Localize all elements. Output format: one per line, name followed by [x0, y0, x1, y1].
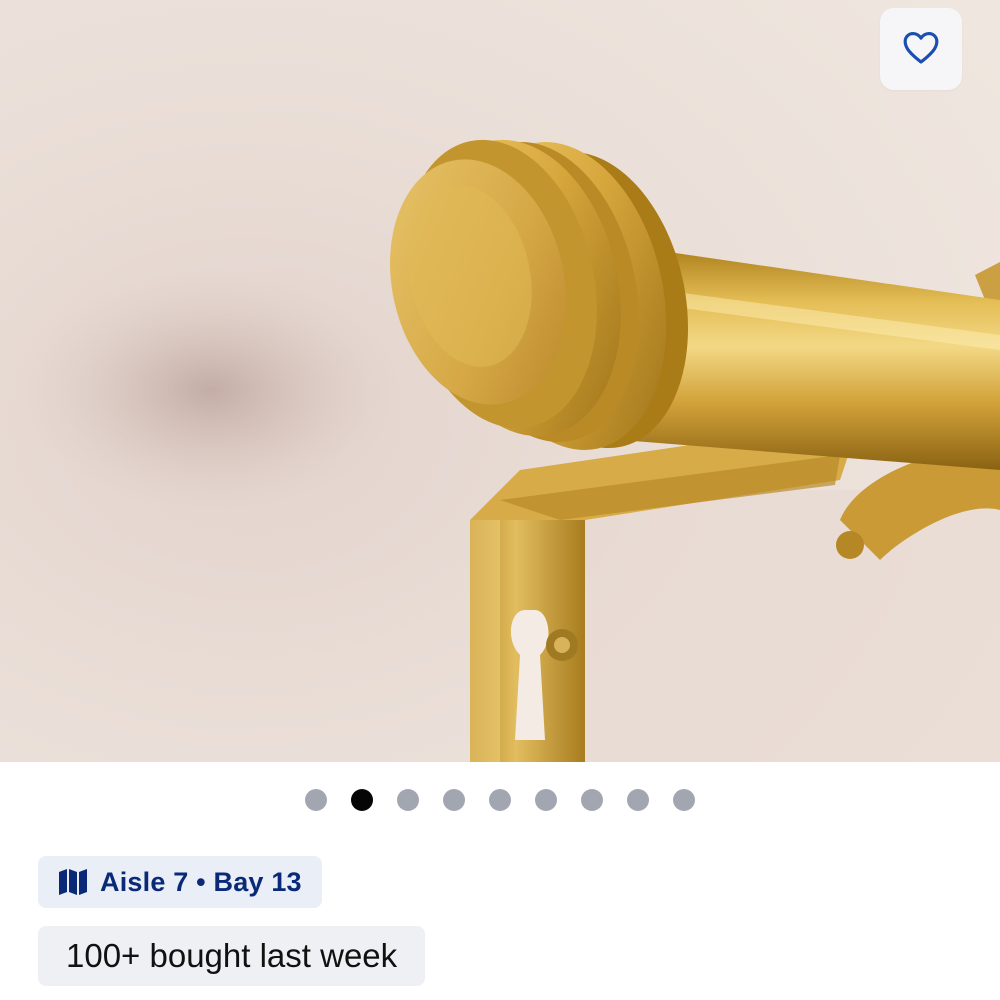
- aisle-location-badge[interactable]: Aisle 7 • Bay 13: [38, 856, 322, 908]
- pager-dot[interactable]: [535, 789, 557, 811]
- pager-dot[interactable]: [581, 789, 603, 811]
- pager-dot-active[interactable]: [351, 789, 373, 811]
- product-detail-page: Aisle 7 • Bay 13 100+ bought last week: [0, 0, 1000, 1000]
- pager-dot[interactable]: [443, 789, 465, 811]
- curtain-rod-photo: [0, 0, 1000, 762]
- favorite-button[interactable]: [880, 8, 962, 90]
- image-pager: [0, 788, 1000, 812]
- pager-dot[interactable]: [397, 789, 419, 811]
- pager-dot[interactable]: [673, 789, 695, 811]
- pager-dot[interactable]: [627, 789, 649, 811]
- map-icon: [58, 867, 88, 897]
- aisle-location-text: Aisle 7 • Bay 13: [100, 866, 302, 897]
- heart-outline-icon: [902, 29, 940, 70]
- product-image[interactable]: [0, 0, 1000, 762]
- pager-dot[interactable]: [489, 789, 511, 811]
- pager-dot[interactable]: [305, 789, 327, 811]
- bought-count-badge: 100+ bought last week: [38, 926, 426, 986]
- bought-count-text: 100+ bought last week: [66, 937, 398, 974]
